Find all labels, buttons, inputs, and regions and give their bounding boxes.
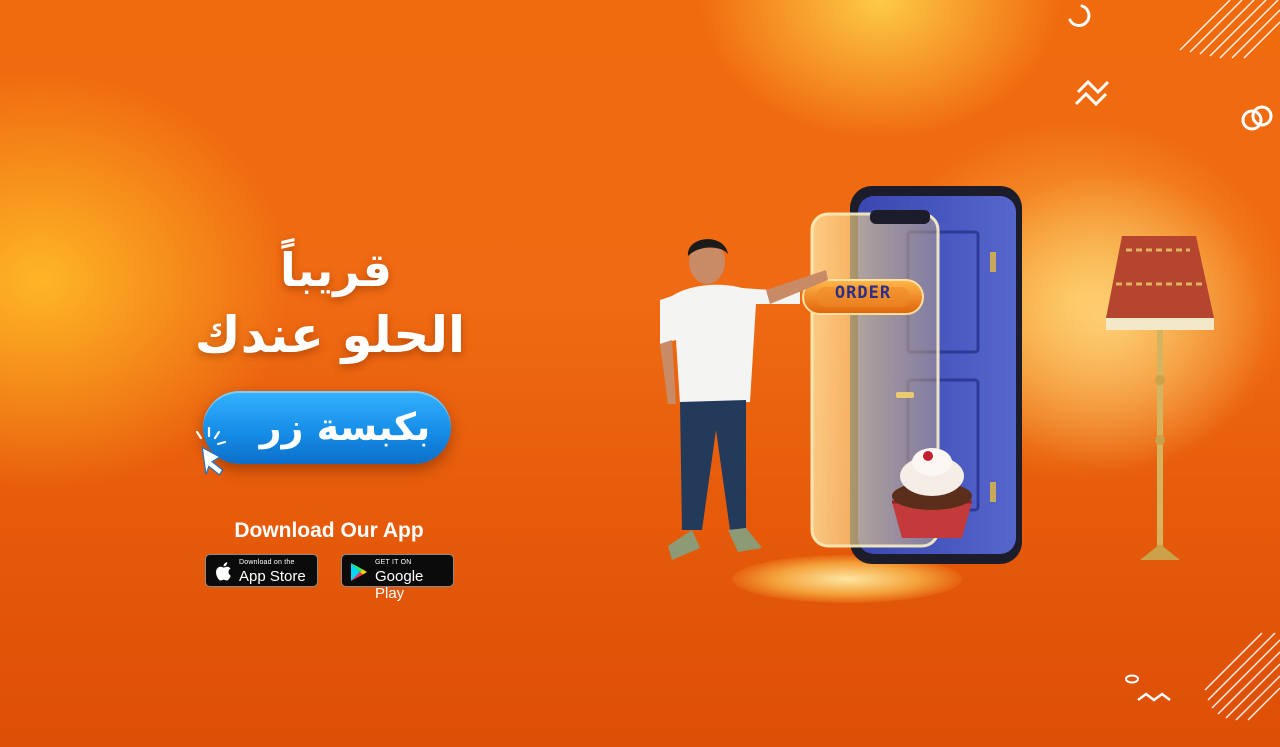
app-store-button[interactable]: Download on the App Store <box>205 554 318 587</box>
stripes-icon <box>1179 0 1280 59</box>
google-play-small-text: GET IT ON <box>375 559 412 566</box>
apple-icon <box>216 562 231 581</box>
download-title: Download Our App <box>234 519 424 542</box>
google-play-big-text: Google Play <box>375 568 424 602</box>
zigzag-icon <box>1076 79 1110 95</box>
hero-banner: قريباً الحلو عندك بكبسة زر Download Our … <box>0 0 1280 747</box>
cta-button[interactable]: بكبسة زر <box>203 391 451 464</box>
cta-label: بكبسة زر <box>259 405 431 449</box>
google-play-icon <box>351 563 367 581</box>
zigzag-small-icon <box>1137 692 1171 702</box>
man-illustration <box>660 239 828 560</box>
google-play-button[interactable]: GET IT ON Google Play <box>341 554 454 602</box>
stripes-circle-icon <box>1204 632 1280 721</box>
headline-line-1: قريباً <box>279 243 393 297</box>
cursor-click-icon <box>195 426 227 476</box>
app-store-small-text: Download on the <box>239 559 295 566</box>
lamp-shade <box>1106 236 1214 318</box>
headline: قريباً الحلو عندك <box>150 240 510 370</box>
app-store-big-text: App Store <box>239 568 306 585</box>
headline-line-2: الحلو عندك <box>194 306 466 364</box>
floor-lamp-illustration <box>1106 236 1214 560</box>
ring-icon <box>1068 4 1091 28</box>
